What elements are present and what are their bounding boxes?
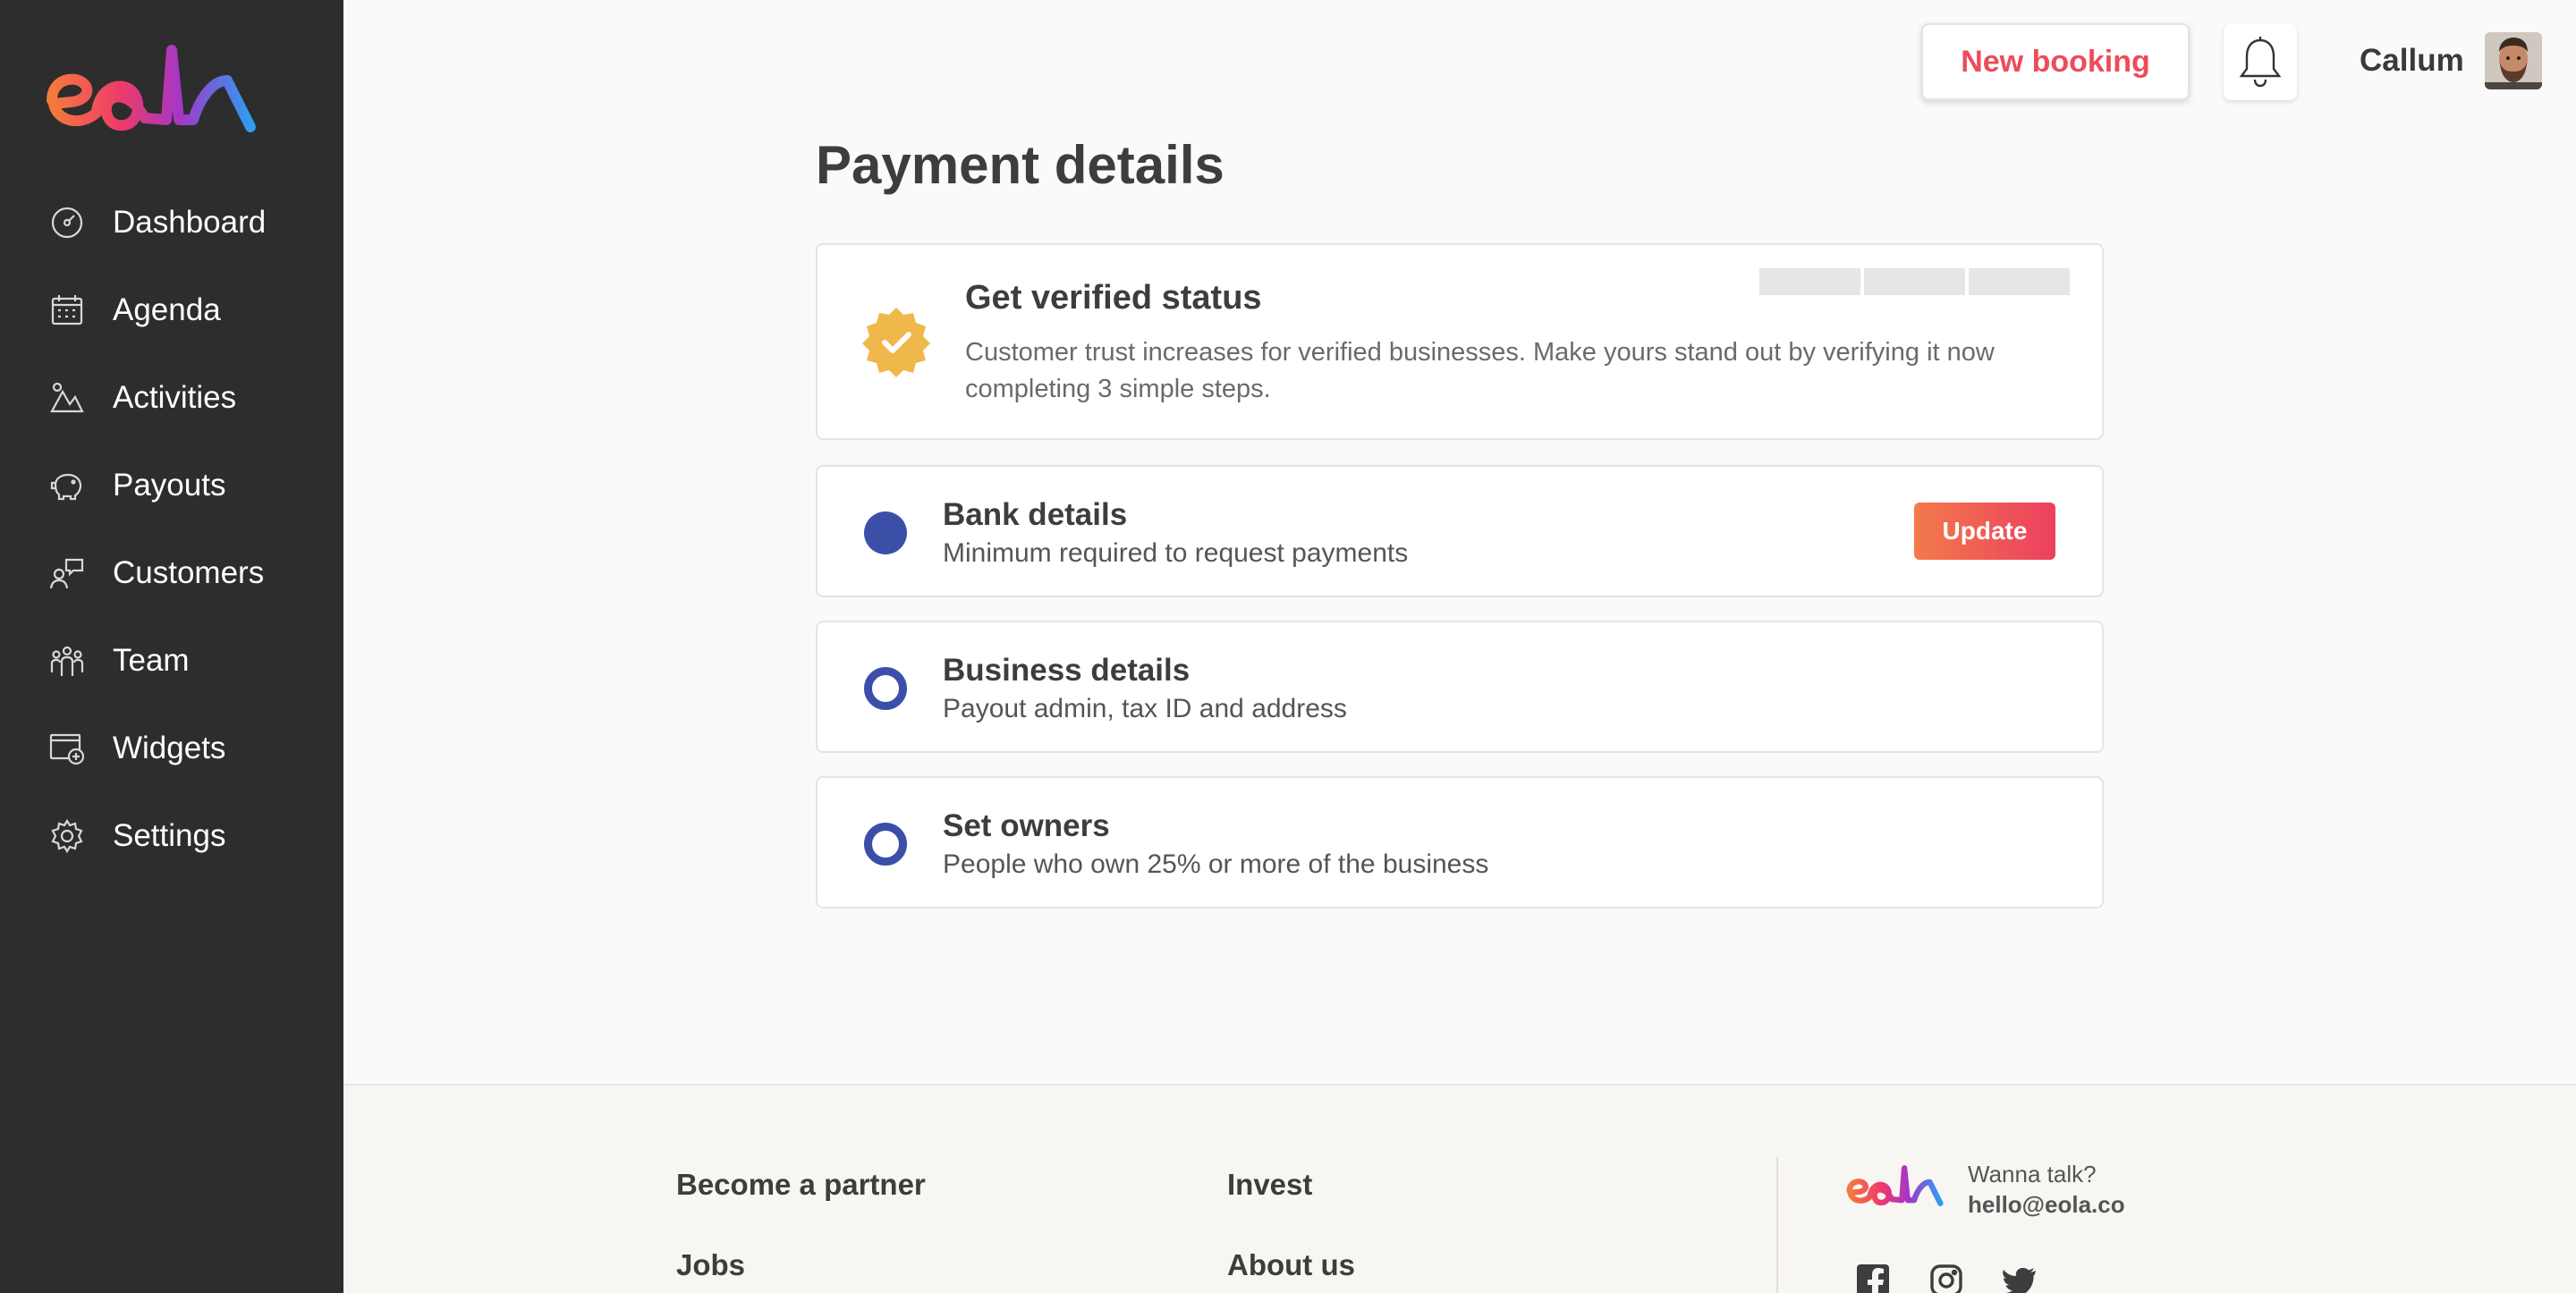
step-description: People who own 25% or more of the busine…: [943, 849, 1489, 879]
sidebar-item-label: Payouts: [113, 468, 226, 503]
step-description: Payout admin, tax ID and address: [943, 694, 1347, 723]
sidebar: Dashboard Agenda Activities Payouts Cust…: [0, 0, 343, 1293]
instagram-icon[interactable]: [1928, 1263, 1964, 1293]
update-button[interactable]: Update: [1914, 503, 2055, 560]
footer-link-become-partner[interactable]: Become a partner: [676, 1168, 926, 1202]
contact-email-link[interactable]: hello@eola.co: [1968, 1191, 2125, 1219]
step-title: Set owners: [943, 808, 1110, 843]
contact-label: Wanna talk?: [1968, 1161, 2097, 1187]
verified-description: Customer trust increases for verified bu…: [965, 338, 1995, 403]
team-icon: [48, 642, 86, 680]
sidebar-item-label: Dashboard: [113, 205, 267, 240]
verification-progress: [1759, 268, 2070, 295]
footer-link-jobs[interactable]: Jobs: [676, 1248, 745, 1282]
footer-link-invest[interactable]: Invest: [1227, 1168, 1312, 1202]
step-status-open-icon: [864, 823, 907, 866]
step-business-details[interactable]: Business details Payout admin, tax ID an…: [816, 621, 2104, 753]
progress-segment: [1969, 268, 2070, 295]
dashboard-icon: [48, 204, 86, 241]
sidebar-item-label: Team: [113, 643, 190, 678]
footer-link-about-us[interactable]: About us: [1227, 1248, 1355, 1282]
verified-status-card: Get verified status Customer trust incre…: [816, 243, 2104, 440]
step-description: Minimum required to request payments: [943, 538, 1409, 568]
sidebar-item-settings[interactable]: Settings: [48, 792, 266, 880]
progress-segment: [1759, 268, 1860, 295]
user-name[interactable]: Callum: [2360, 43, 2464, 79]
verified-badge-icon: [862, 308, 930, 377]
sidebar-item-team[interactable]: Team: [48, 617, 266, 705]
calendar-icon: [48, 292, 86, 329]
sidebar-item-label: Widgets: [113, 731, 226, 765]
step-status-open-icon: [864, 667, 907, 710]
piggy-bank-icon: [48, 467, 86, 504]
sidebar-item-customers[interactable]: Customers: [48, 529, 266, 617]
sidebar-item-label: Settings: [113, 818, 226, 853]
step-set-owners[interactable]: Set owners People who own 25% or more of…: [816, 776, 2104, 908]
page-title: Payment details: [816, 135, 1224, 195]
progress-segment: [1864, 268, 1965, 295]
eola-footer-logo[interactable]: [1846, 1164, 1945, 1209]
footer-divider: [1776, 1157, 1778, 1293]
sidebar-item-payouts[interactable]: Payouts: [48, 442, 266, 529]
new-booking-button[interactable]: New booking: [1921, 23, 2190, 100]
sidebar-item-label: Customers: [113, 555, 265, 590]
customers-icon: [48, 554, 86, 592]
sidebar-item-label: Agenda: [113, 292, 221, 327]
bell-icon: [2239, 37, 2282, 88]
facebook-icon[interactable]: [1855, 1263, 1891, 1293]
eola-logo[interactable]: [45, 45, 259, 136]
gear-icon: [48, 817, 86, 855]
sidebar-item-dashboard[interactable]: Dashboard: [48, 179, 266, 266]
sidebar-item-activities[interactable]: Activities: [48, 354, 266, 442]
sidebar-item-label: Activities: [113, 380, 237, 415]
sidebar-nav: Dashboard Agenda Activities Payouts Cust…: [48, 179, 266, 880]
notifications-button[interactable]: [2224, 23, 2297, 100]
twitter-icon[interactable]: [2002, 1263, 2038, 1293]
activities-icon: [48, 379, 86, 417]
step-bank-details[interactable]: Bank details Minimum required to request…: [816, 465, 2104, 597]
step-title: Business details: [943, 653, 1191, 688]
step-status-filled-icon: [864, 511, 907, 554]
avatar[interactable]: [2485, 32, 2542, 89]
widgets-icon: [48, 730, 86, 767]
sidebar-item-widgets[interactable]: Widgets: [48, 705, 266, 792]
sidebar-item-agenda[interactable]: Agenda: [48, 266, 266, 354]
verified-title: Get verified status: [965, 279, 1262, 317]
step-title: Bank details: [943, 497, 1128, 532]
footer: Become a partner Invest Jobs About us Wa…: [343, 1084, 2576, 1293]
